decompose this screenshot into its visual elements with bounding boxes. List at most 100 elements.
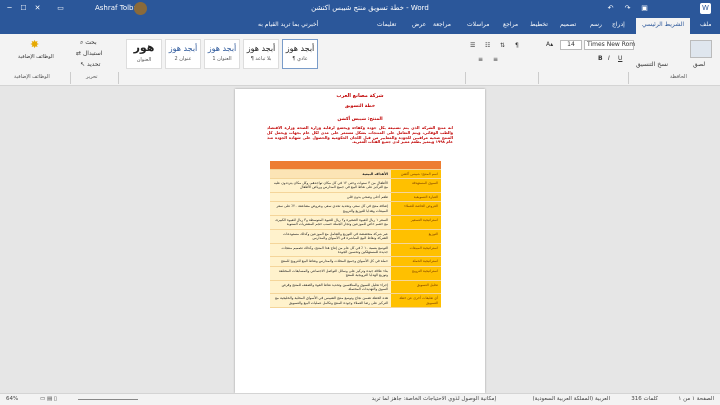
tab-mailings[interactable]: مراسلات: [467, 21, 489, 28]
replace-button[interactable]: ⇄ استبدال: [76, 50, 102, 57]
pilcrow-icon[interactable]: ¶: [515, 42, 519, 49]
row-key-cell[interactable]: استراتيجية الترويج: [391, 266, 441, 281]
select-button[interactable]: ↖ تحديد: [80, 61, 100, 68]
row-value-cell[interactable]: السعر ١ ريال للعبوة الصغيرة و٢ ريال للعب…: [270, 215, 391, 230]
row-value-cell[interactable]: حملة في كل الأسواق وجميع المحلات والمدار…: [270, 256, 391, 267]
font-size-select[interactable]: 14: [560, 40, 582, 50]
sort-icon[interactable]: ⇅: [500, 42, 505, 49]
maximize-icon[interactable]: ☐: [18, 3, 29, 14]
zoom-level[interactable]: 64%: [6, 396, 18, 402]
addins-group-label: الوظائف الإضافية: [14, 74, 50, 80]
tab-references[interactable]: مراجع: [503, 21, 518, 28]
table-row: تحليل التسويق إجراء تحليل للسوق والمنافسي…: [270, 280, 441, 295]
format-painter-button[interactable]: نسخ التنسيق: [636, 61, 668, 68]
ribbon: لصق نسخ التنسيق الحافظة Times New Rom 14…: [0, 34, 720, 86]
table-row: استراتيجية الترويج بناء علاقة جيدة وتركيز…: [270, 266, 441, 281]
table-header-row: [270, 161, 441, 170]
ribbon-display-icon[interactable]: ▭: [55, 3, 66, 14]
product-name: المنتج: شيبس أكشن: [337, 117, 383, 122]
zoom-slider[interactable]: [78, 399, 138, 400]
divider: [118, 72, 119, 84]
row-key-cell[interactable]: استراتيجية الحملة: [391, 256, 441, 267]
row-value-cell[interactable]: هذه الخطة تضمن نجاح وتوسع منتج الشيبس في…: [270, 293, 391, 309]
tell-me-search[interactable]: أخبرني بما تريد القيام به: [258, 21, 318, 28]
row-value-cell[interactable]: الأطفال من ٣ سنوات وحتى ١٢ في كل مكان تو…: [270, 178, 391, 193]
tab-help[interactable]: تعليمات: [377, 21, 396, 28]
divider: [538, 72, 539, 84]
tab-draw[interactable]: رسم: [590, 21, 602, 28]
close-icon[interactable]: ✕: [32, 3, 43, 14]
row-value-cell[interactable]: إضافة منتج في كل سعر، وتحديد تحدي سعر، و…: [270, 201, 391, 216]
row-key-cell[interactable]: السوق المستهدفة: [391, 178, 441, 193]
tab-design[interactable]: تصميم: [560, 21, 576, 28]
numbering-icon[interactable]: ☷: [485, 42, 490, 49]
row-value-cell[interactable]: الأهداف البيعية: [270, 169, 391, 179]
row-value-cell[interactable]: إجراء تحليل للسوق والمنافسين وتحديد نقاط…: [270, 280, 391, 295]
tab-insert[interactable]: إدراج: [612, 21, 625, 28]
table-row: السوق المستهدفة الأطفال من ٣ سنوات وحتى ١…: [270, 178, 441, 193]
intro-paragraph: انه منتج الشركة الذي يتم تصنيعه بكل جودة…: [267, 125, 453, 145]
table-row: التوزيع عبر شركة متخصصة في التوزيع والتعا…: [270, 229, 441, 244]
find-button[interactable]: ⌕ بحث: [80, 39, 97, 47]
avatar[interactable]: [134, 2, 147, 15]
word-count[interactable]: 316 كلمات: [631, 396, 658, 402]
row-value-cell[interactable]: بناء علاقة جيدة وتركيز على وسائل التواصل…: [270, 266, 391, 281]
paste-icon[interactable]: [690, 40, 712, 58]
underline-icon[interactable]: U: [618, 55, 622, 62]
bullets-icon[interactable]: ☰: [470, 42, 475, 49]
align-center-icon[interactable]: ≡: [493, 56, 498, 63]
style-normal[interactable]: أبجد هوز ¶ عادي: [282, 39, 318, 69]
row-key-cell[interactable]: العروض الخاصة للعملاء: [391, 201, 441, 216]
italic-icon[interactable]: I: [608, 55, 610, 62]
view-icons[interactable]: ▭ ▤ ▯: [40, 396, 57, 402]
grow-font-icon[interactable]: A▴: [546, 41, 553, 48]
row-value-cell[interactable]: عبر شركة متخصصة في التوزيع والتعامل مع ا…: [270, 229, 391, 244]
table-row: استراتيجية الحملة حملة في كل الأسواق وجمي…: [270, 256, 441, 267]
align-right-icon[interactable]: ≡: [478, 56, 483, 63]
language-indicator[interactable]: العربية (المملكة العربية السعودية): [532, 396, 610, 402]
title-bar: ─ ☐ ✕ ▭ Ashraf Tolbani خطة تسويق منتج شي…: [0, 0, 720, 18]
table-row: أي تعليقات أخرى عن خطة التسويق هذه الخطة …: [270, 293, 441, 309]
addins-button[interactable]: الوظائف الإضافية: [18, 54, 54, 60]
save-icon[interactable]: ▣: [639, 3, 650, 14]
editing-group-label: تحرير: [86, 74, 98, 80]
row-key-cell[interactable]: استراتيجية التسعير: [391, 215, 441, 230]
tab-view[interactable]: عرض: [412, 21, 426, 28]
row-key-cell[interactable]: التوزيع: [391, 229, 441, 244]
style-heading-2[interactable]: أبجد هوز عنوان 2: [165, 39, 201, 69]
bold-icon[interactable]: B: [598, 55, 603, 62]
redo-icon[interactable]: ↷: [622, 3, 633, 14]
table-row: استراتيجية المبيعات التوسع بنسبة ١٠ ٪ في …: [270, 243, 441, 258]
row-value-cell[interactable]: التوسع بنسبة ١٠ ٪ في كل عام من إنتاج هذا…: [270, 243, 391, 258]
tab-review[interactable]: مراجعة: [433, 21, 451, 28]
divider: [465, 72, 466, 84]
row-key-cell[interactable]: أي تعليقات أخرى عن خطة التسويق: [391, 293, 441, 309]
undo-icon[interactable]: ↶: [605, 3, 616, 14]
row-key-cell[interactable]: استراتيجية المبيعات: [391, 243, 441, 258]
row-key-cell[interactable]: العبارة التسويقية: [391, 192, 441, 203]
row-key-cell[interactable]: تحليل التسويق: [391, 280, 441, 295]
table-header-cell: [391, 161, 441, 170]
style-no-spacing[interactable]: أبجد هوز ¶ بلا تباعد: [243, 39, 279, 69]
style-heading-1[interactable]: أبجد هوز العنوان 1: [204, 39, 240, 69]
table-row: اسم المنتج: شيبس أكشن الأهداف البيعية: [270, 169, 441, 179]
window-title: خطة تسويق منتج شيبس اكتشن - Word: [311, 4, 429, 12]
accessibility-indicator[interactable]: إمكانية الوصول لذوي الاحتياجات الخاصة: ج…: [372, 396, 496, 402]
minimize-icon[interactable]: ─: [4, 3, 15, 14]
addins-icon[interactable]: ✸: [30, 38, 39, 51]
row-value-cell[interactable]: طعم أحلى وصحي بدون قلي: [270, 192, 391, 203]
tab-file[interactable]: ملف: [700, 21, 711, 28]
clipboard-group-label: الحافظة: [670, 74, 687, 80]
tab-home[interactable]: الشريط الرئيسي: [636, 18, 691, 34]
tab-layout[interactable]: تخطيط: [530, 21, 548, 28]
marketing-table: اسم المنتج: شيبس أكشن الأهداف البيعية السو…: [270, 161, 441, 309]
page-count[interactable]: الصفحة ١ من ١: [678, 396, 714, 402]
page[interactable]: شركة مصانع العرب خطة التسويق المنتج: شيب…: [235, 89, 485, 393]
font-name-select[interactable]: Times New Rom: [584, 40, 635, 50]
company-heading: شركة مصانع العرب: [336, 93, 384, 99]
style-title[interactable]: هور العنوان: [126, 39, 162, 69]
table-row: العبارة التسويقية طعم أحلى وصحي بدون قلي: [270, 192, 441, 203]
paste-button[interactable]: لصق: [693, 61, 705, 68]
row-key-cell[interactable]: اسم المنتج: شيبس أكشن: [391, 169, 441, 179]
status-bar: الصفحة ١ من ١ 316 كلمات العربية (المملكة…: [0, 393, 720, 405]
